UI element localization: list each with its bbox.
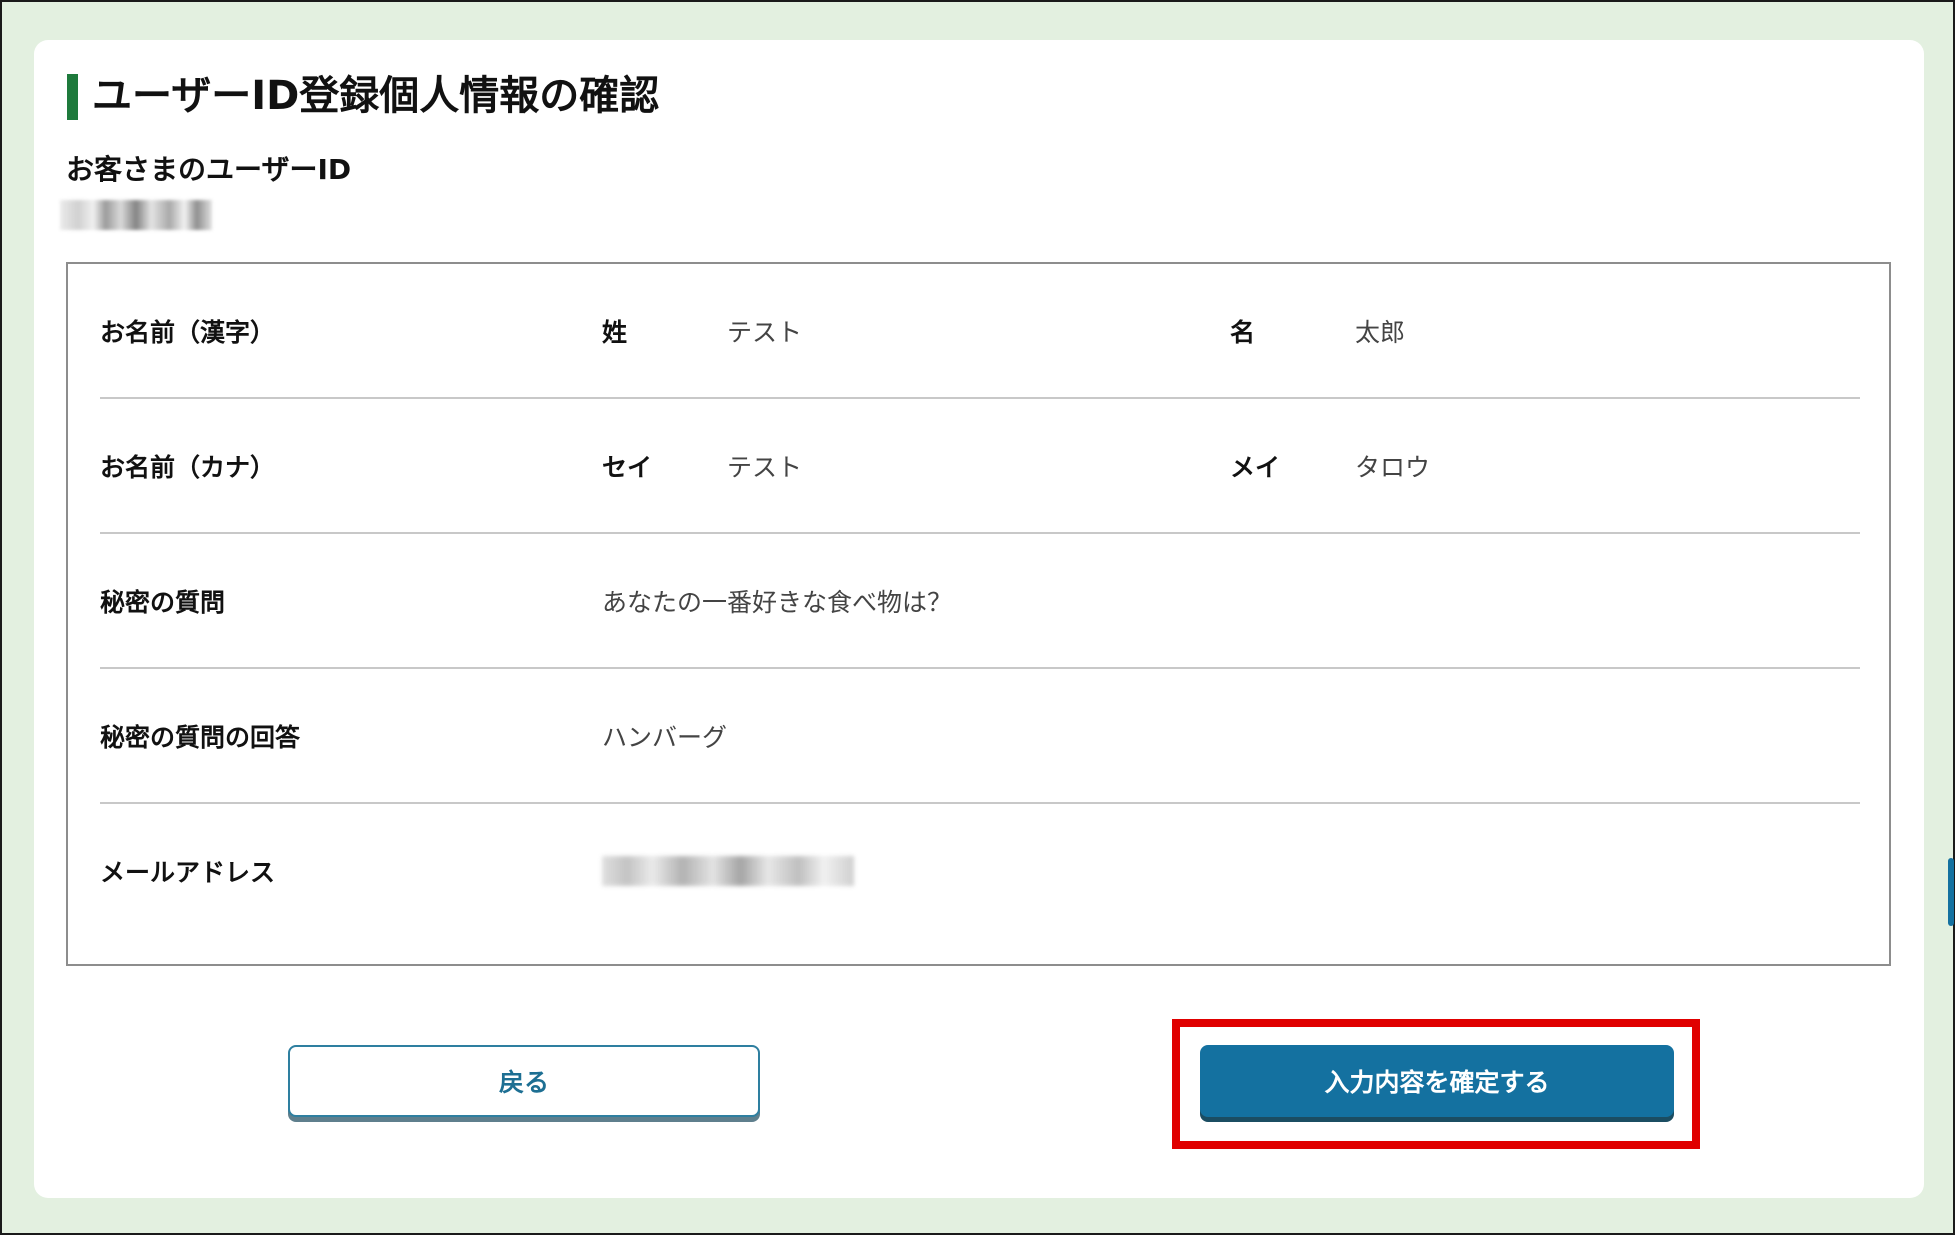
sei-kana-label: セイ bbox=[602, 452, 653, 482]
sei-label: 姓 bbox=[602, 317, 628, 347]
mei-value: 太郎 bbox=[1355, 317, 1406, 347]
mei-label: 名 bbox=[1230, 317, 1256, 347]
email-label: メールアドレス bbox=[100, 857, 276, 887]
confirm-button[interactable]: 入力内容を確定する bbox=[1200, 1045, 1674, 1117]
secret-question-label: 秘密の質問 bbox=[100, 587, 226, 617]
sei-kana-value: テスト bbox=[727, 452, 803, 482]
secret-answer-value: ハンバーグ bbox=[602, 722, 728, 752]
email-value-obscured bbox=[602, 855, 854, 886]
table-row-secret-question: 秘密の質問 あなたの一番好きな食べ物は？ bbox=[100, 534, 1860, 669]
email-value-cell bbox=[602, 804, 854, 937]
name-kana-label: お名前（カナ） bbox=[100, 452, 276, 482]
secret-question-value: あなたの一番好きな食べ物は？ bbox=[602, 587, 953, 617]
sei-value: テスト bbox=[727, 317, 803, 347]
table-row-email: メールアドレス bbox=[100, 804, 1860, 939]
table-row-name-kanji: お名前（漢字） 姓 テスト 名 太郎 bbox=[100, 264, 1860, 399]
secret-answer-label: 秘密の質問の回答 bbox=[100, 722, 301, 752]
name-kanji-label: お名前（漢字） bbox=[100, 317, 276, 347]
personal-info-table: お名前（漢字） 姓 テスト 名 太郎 お名前（カナ） セイ テスト メイ タロウ… bbox=[66, 262, 1891, 966]
page-title: ユーザーID登録個人情報の確認 bbox=[92, 73, 660, 119]
content-card: ユーザーID登録個人情報の確認 お客さまのユーザーID お名前（漢字） 姓 テス… bbox=[34, 40, 1924, 1198]
back-button[interactable]: 戻る bbox=[288, 1045, 760, 1117]
title-accent-bar bbox=[67, 74, 78, 120]
user-id-value-obscured bbox=[60, 200, 212, 230]
table-row-secret-answer: 秘密の質問の回答 ハンバーグ bbox=[100, 669, 1860, 804]
user-id-label: お客さまのユーザーID bbox=[66, 153, 352, 186]
side-scroll-tab[interactable] bbox=[1948, 858, 1954, 926]
mei-kana-value: タロウ bbox=[1355, 452, 1431, 482]
table-row-name-kana: お名前（カナ） セイ テスト メイ タロウ bbox=[100, 399, 1860, 534]
screenshot-frame: ユーザーID登録個人情報の確認 お客さまのユーザーID お名前（漢字） 姓 テス… bbox=[0, 0, 1955, 1235]
mei-kana-label: メイ bbox=[1230, 452, 1281, 482]
